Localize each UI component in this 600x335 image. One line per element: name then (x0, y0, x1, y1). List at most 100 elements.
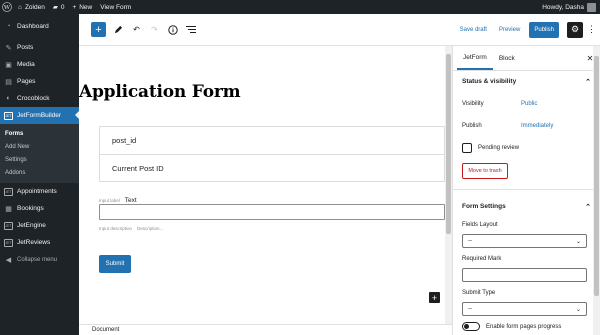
sidebar-item-crocoblock[interactable]: ◐ Crocoblock (0, 90, 79, 107)
more-options-button[interactable]: ⋮ (587, 24, 596, 35)
comments-count: 0 (60, 3, 65, 11)
save-draft-button[interactable]: Save draft (454, 27, 493, 33)
sidebar-item-appointments[interactable]: JET Appointments (0, 183, 79, 200)
jet-icon: JET (4, 221, 13, 230)
visibility-row: Visibility Public (453, 93, 600, 115)
sidebar-item-jetformbuilder[interactable]: JET JetFormBuilder (0, 107, 79, 124)
collapse-icon: ◀ (5, 256, 12, 264)
settings-scrollbar-thumb[interactable] (594, 56, 599, 296)
wordpress-logo-icon[interactable]: W (0, 0, 14, 14)
form-pages-progress-toggle[interactable] (462, 322, 480, 331)
admin-sidebar: ◔ Dashboard ✎ Posts ▣ Media ▤ Pages ◐ Cr… (0, 14, 79, 335)
jet-icon: JET (4, 111, 13, 120)
required-mark-input[interactable] (462, 268, 587, 282)
crocoblock-icon: ◐ (6, 95, 11, 102)
submit-button[interactable]: Submit (99, 255, 131, 273)
form-settings-toggle[interactable]: Form Settings ⌃ (453, 196, 600, 218)
sidebar-item-jetreviews[interactable]: JET JetReviews (0, 234, 79, 251)
view-form-link[interactable]: View Form (96, 0, 135, 14)
collapse-menu-label: Collapse menu (17, 256, 58, 263)
publish-date-link[interactable]: Immediately (521, 123, 553, 129)
breadcrumb-document[interactable]: Document (92, 327, 119, 333)
input-description-hint: Input description (99, 226, 133, 231)
sidebar-item-label: Crocoblock (17, 95, 50, 102)
hidden-field-row[interactable]: post_id (100, 127, 444, 154)
tab-jetform[interactable]: JetForm (457, 46, 493, 70)
editor-canvas[interactable]: Application Form post_id Current Post ID… (79, 46, 452, 324)
submenu-item-addons[interactable]: Addons (0, 166, 79, 179)
list-view-button[interactable] (185, 24, 196, 35)
pending-review-label[interactable]: Pending review (478, 145, 519, 151)
publish-button[interactable]: Publish (529, 21, 559, 38)
sidebar-item-media[interactable]: ▣ Media (0, 56, 79, 73)
pin-icon: ✎ (5, 44, 12, 52)
new-label: New (79, 3, 93, 11)
account-menu[interactable]: Howdy, Dasha (538, 0, 600, 14)
submit-type-select[interactable]: -- ⌄ (462, 302, 587, 316)
input-label-value[interactable]: Text (125, 197, 137, 204)
submenu-item-settings[interactable]: Settings (0, 153, 79, 166)
sidebar-item-label: Media (17, 61, 35, 68)
preview-button[interactable]: Preview (493, 27, 526, 33)
sidebar-item-label: Dashboard (17, 23, 49, 30)
sidebar-item-jetengine[interactable]: JET JetEngine (0, 217, 79, 234)
text-field-input[interactable] (99, 204, 445, 220)
required-mark-label: Required Mark (462, 256, 502, 262)
block-inserter-button[interactable]: + (429, 292, 440, 303)
settings-button[interactable]: ⚙ (567, 21, 583, 38)
settings-tabs: JetForm Block ✕ (453, 46, 600, 71)
chevron-down-icon: ⌄ (575, 306, 581, 313)
jet-icon: JET (4, 238, 13, 247)
gear-icon: ⚙ (570, 24, 580, 34)
status-visibility-toggle[interactable]: Status & visibility ⌃ (453, 71, 600, 93)
submit-type-value: -- (468, 306, 472, 312)
sidebar-item-dashboard[interactable]: ◔ Dashboard (0, 18, 79, 35)
sidebar-item-pages[interactable]: ▤ Pages (0, 73, 79, 90)
plus-icon: + (95, 23, 102, 36)
input-description-value[interactable]: Description... (137, 226, 163, 231)
redo-button[interactable]: ↷ (149, 24, 160, 35)
submenu-item-add-new[interactable]: Add New (0, 140, 79, 153)
plus-icon: + (72, 3, 77, 11)
chevron-up-icon: ⌃ (585, 203, 591, 211)
settings-scrollbar[interactable] (593, 46, 600, 335)
publish-label: Publish (462, 123, 482, 129)
tools-button[interactable] (113, 24, 124, 35)
add-block-button[interactable]: + (91, 22, 106, 37)
tab-block[interactable]: Block (493, 46, 521, 70)
pending-review-checkbox[interactable] (462, 143, 472, 153)
input-label-hint: Input label (99, 198, 120, 203)
form-pages-progress-row: Enable form pages progress (453, 322, 600, 331)
move-to-trash-button[interactable]: Move to trash (462, 163, 508, 179)
collapse-menu-button[interactable]: ◀ Collapse menu (0, 251, 79, 268)
sidebar-item-label: JetFormBuilder (17, 112, 62, 119)
new-content-link[interactable]: + New (68, 0, 96, 14)
text-field-label[interactable]: Input label Text (99, 197, 137, 204)
sidebar-item-label: JetEngine (17, 222, 46, 229)
hidden-field-row[interactable]: Current Post ID (100, 154, 444, 181)
details-button[interactable] (167, 24, 178, 35)
site-name-link[interactable]: ⌂ Zolden (14, 0, 49, 14)
hidden-fields-block[interactable]: post_id Current Post ID (99, 126, 445, 182)
fields-layout-select[interactable]: -- ⌄ (462, 234, 587, 248)
visibility-value-link[interactable]: Public (521, 101, 537, 107)
sidebar-item-posts[interactable]: ✎ Posts (0, 39, 79, 56)
comment-icon: ▰ (52, 4, 58, 11)
bookings-icon: ▦ (5, 205, 12, 213)
form-pages-progress-label[interactable]: Enable form pages progress (486, 324, 561, 330)
undo-button[interactable]: ↶ (131, 24, 142, 35)
comments-link[interactable]: ▰ 0 (49, 0, 69, 14)
publish-row: Publish Immediately (453, 115, 600, 137)
admin-bar: W ⌂ Zolden ▰ 0 + New View Form Howdy, Da… (0, 0, 600, 14)
canvas-scrollbar[interactable] (445, 46, 452, 324)
page-title[interactable]: Application Form (79, 82, 241, 102)
more-vertical-icon: ⋮ (587, 24, 596, 34)
text-field-description[interactable]: Input description Description... (99, 226, 163, 231)
redo-icon: ↷ (151, 25, 158, 34)
pencil-icon (114, 25, 123, 34)
section-title: Status & visibility (462, 78, 517, 85)
sidebar-item-bookings[interactable]: ▦ Bookings (0, 200, 79, 217)
submenu-item-forms[interactable]: Forms (0, 127, 79, 140)
block-breadcrumb: Document (79, 324, 452, 335)
canvas-scrollbar-thumb[interactable] (446, 54, 451, 234)
